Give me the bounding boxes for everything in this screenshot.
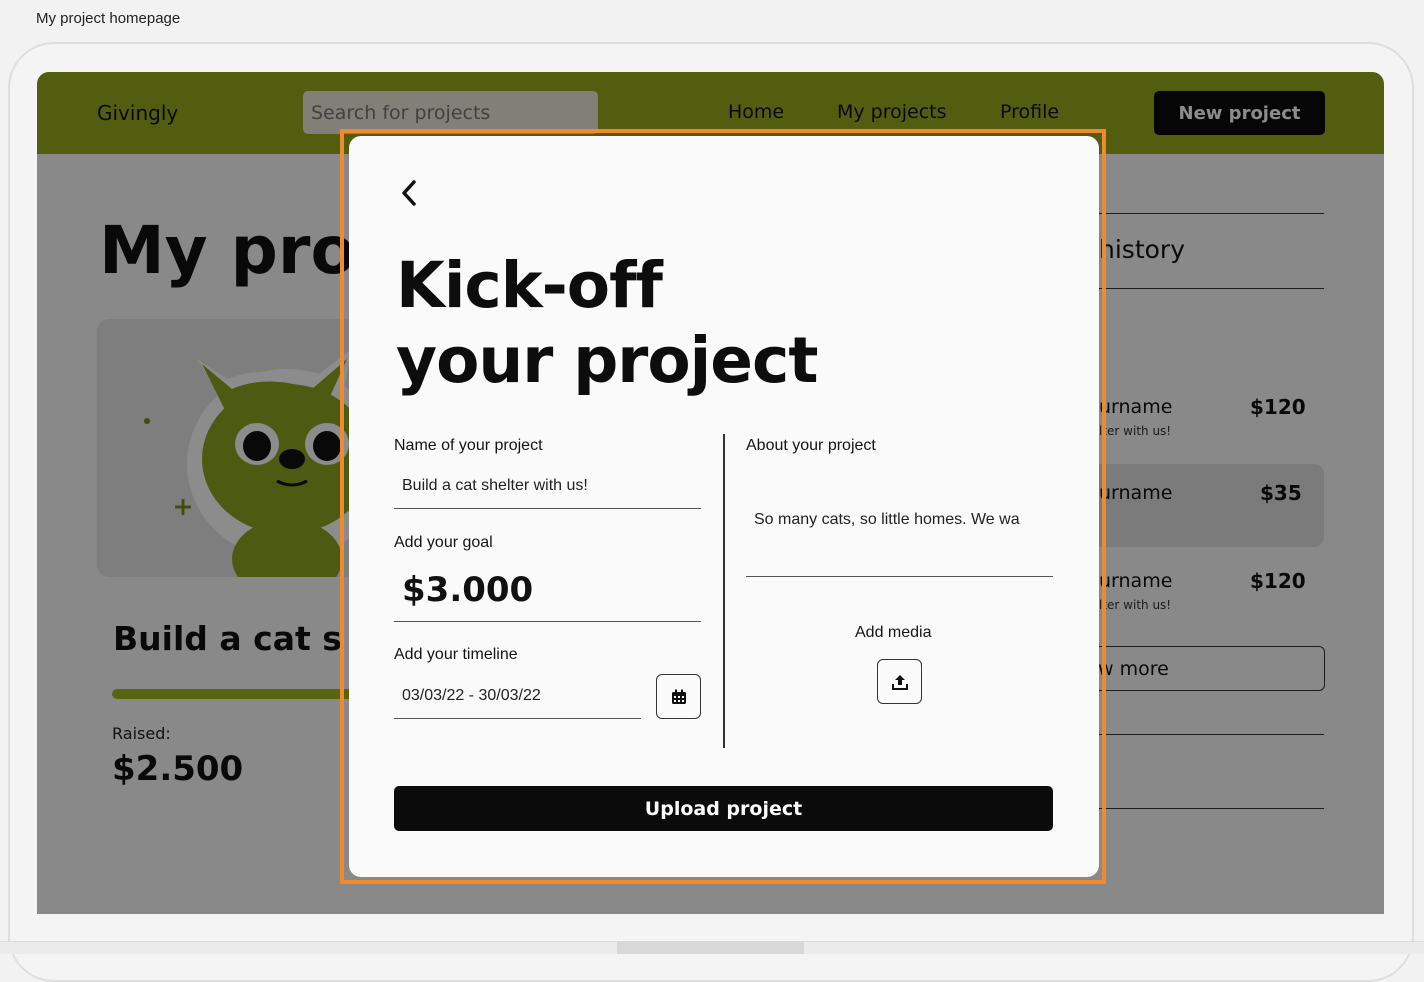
timeline-label: Add your timeline <box>394 646 518 663</box>
about-field[interactable]: So many cats, so little homes. We wa <box>746 508 1053 577</box>
calendar-icon[interactable] <box>656 674 701 719</box>
modal-title-line2: your project <box>396 324 818 397</box>
goal-label: Add your goal <box>394 534 493 551</box>
column-divider <box>723 434 725 748</box>
upload-project-button[interactable]: Upload project <box>394 786 1053 831</box>
modal-title-line1: Kick-off <box>396 249 663 322</box>
chevron-left-icon[interactable] <box>397 178 427 208</box>
kickoff-modal: Kick-off your project Name of your proje… <box>349 136 1099 877</box>
project-name-field[interactable]: Build a cat shelter with us! <box>394 472 701 509</box>
name-label: Name of your project <box>394 437 543 454</box>
upload-icon[interactable] <box>877 659 922 704</box>
scroll-handle[interactable] <box>617 941 804 954</box>
about-label: About your project <box>746 437 876 454</box>
timeline-field[interactable]: 03/03/22 - 30/03/22 <box>394 682 641 719</box>
goal-field[interactable]: $3.000 <box>394 564 701 622</box>
window-title: My project homepage <box>36 10 181 27</box>
modal-title: Kick-off your project <box>396 248 818 398</box>
media-label: Add media <box>855 624 932 641</box>
